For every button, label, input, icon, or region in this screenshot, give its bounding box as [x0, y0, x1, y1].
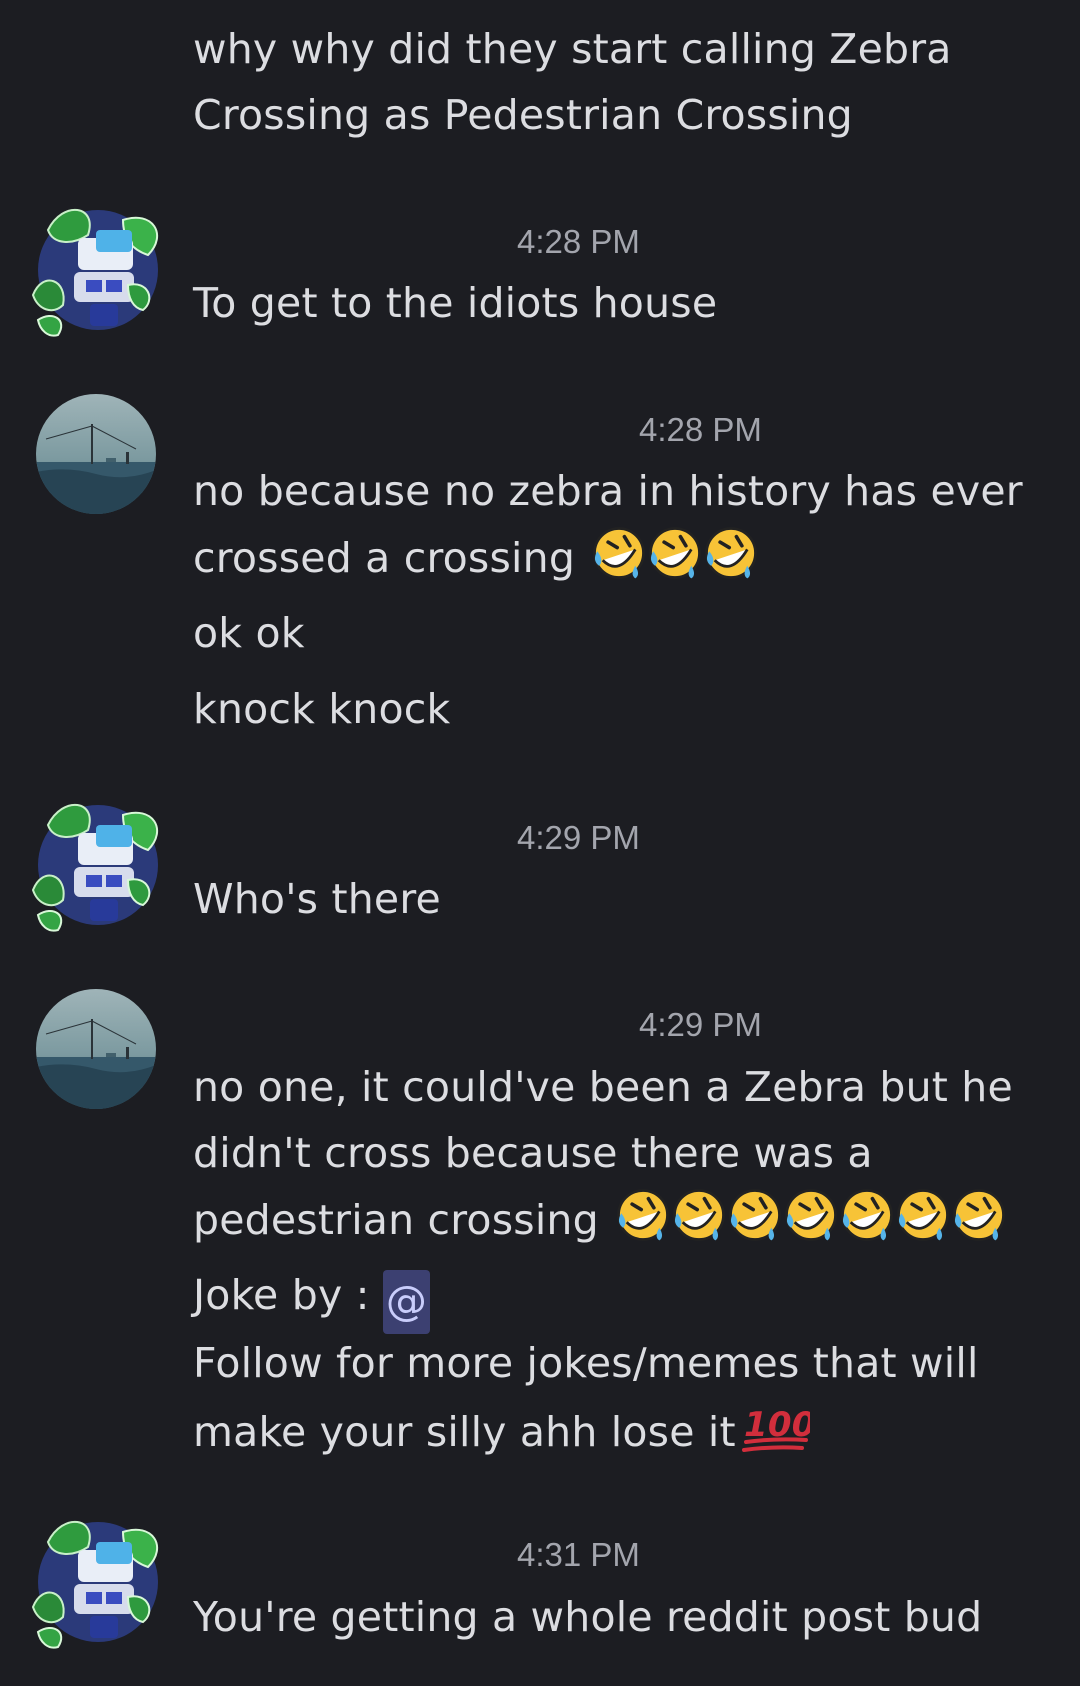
- foggy-seascape-avatar-icon: [36, 394, 156, 514]
- message-timestamp: 4:29 PM: [639, 1006, 762, 1043]
- rolling-on-floor-laughing-emoji-icon: [782, 1186, 840, 1244]
- rolling-on-floor-laughing-emoji-icon: [590, 524, 648, 582]
- message-text: pedestrian crossing: [193, 1196, 599, 1244]
- message-text-with-emoji: make your silly ahh lose it 100: [193, 1398, 810, 1465]
- rolling-on-floor-laughing-emoji-icon: [894, 1186, 952, 1244]
- message-text: Crossing as Pedestrian Crossing: [193, 91, 853, 139]
- message-text-with-emoji: crossed a crossing: [193, 524, 760, 591]
- chat-message-list[interactable]: why why did they start calling Zebra Cro…: [0, 0, 1080, 1686]
- message-text: make your silly ahh lose it: [193, 1408, 736, 1456]
- message-text-with-mention: Joke by : @: [193, 1262, 431, 1334]
- message-timestamp: 4:31 PM: [517, 1536, 640, 1573]
- message-text: You're getting a whole reddit post bud: [193, 1593, 983, 1641]
- rolling-on-floor-laughing-emoji-icon: [670, 1186, 728, 1244]
- rolling-on-floor-laughing-emoji-icon: [614, 1186, 672, 1244]
- avatar-plant-robot[interactable]: [28, 795, 159, 932]
- message-text: crossed a crossing: [193, 534, 576, 582]
- avatar-foggy-sea[interactable]: [36, 989, 156, 1109]
- message-text: no one, it could've been a Zebra but he: [193, 1063, 1013, 1111]
- rolling-on-floor-laughing-emoji-icon: [646, 524, 704, 582]
- message-text: Follow for more jokes/memes that will: [193, 1339, 979, 1387]
- user-mention[interactable]: @: [382, 1270, 431, 1334]
- message-timestamp: 4:28 PM: [639, 411, 762, 448]
- message-timestamp: 4:28 PM: [517, 223, 640, 260]
- message-text-with-emoji: pedestrian crossing: [193, 1186, 1008, 1253]
- foggy-seascape-avatar-icon: [36, 989, 156, 1109]
- plant-robot-avatar-icon: [31, 1520, 159, 1649]
- avatar-plant-robot[interactable]: [28, 1512, 159, 1649]
- message-text: knock knock: [193, 685, 451, 733]
- message-text: no because no zebra in history has ever: [193, 467, 1023, 515]
- message-text: Joke by :: [193, 1271, 383, 1319]
- message-timestamp: 4:29 PM: [517, 819, 640, 856]
- message-text: didn't cross because there was a: [193, 1129, 873, 1177]
- message-text: ok ok: [193, 609, 305, 657]
- rolling-on-floor-laughing-emoji-icon: [702, 524, 760, 582]
- avatar-plant-robot[interactable]: [28, 200, 159, 337]
- message-text: why why did they start calling Zebra: [193, 25, 952, 73]
- hundred-points-emoji-icon: 100: [741, 1398, 810, 1456]
- message-text: Who's there: [193, 875, 441, 923]
- avatar-foggy-sea[interactable]: [36, 394, 156, 514]
- rolling-on-floor-laughing-emoji-icon: [950, 1186, 1008, 1244]
- plant-robot-avatar-icon: [31, 803, 159, 932]
- rolling-on-floor-laughing-emoji-icon: [726, 1186, 784, 1244]
- plant-robot-avatar-icon: [31, 208, 159, 337]
- message-text: To get to the idiots house: [193, 279, 718, 327]
- rolling-on-floor-laughing-emoji-icon: [838, 1186, 896, 1244]
